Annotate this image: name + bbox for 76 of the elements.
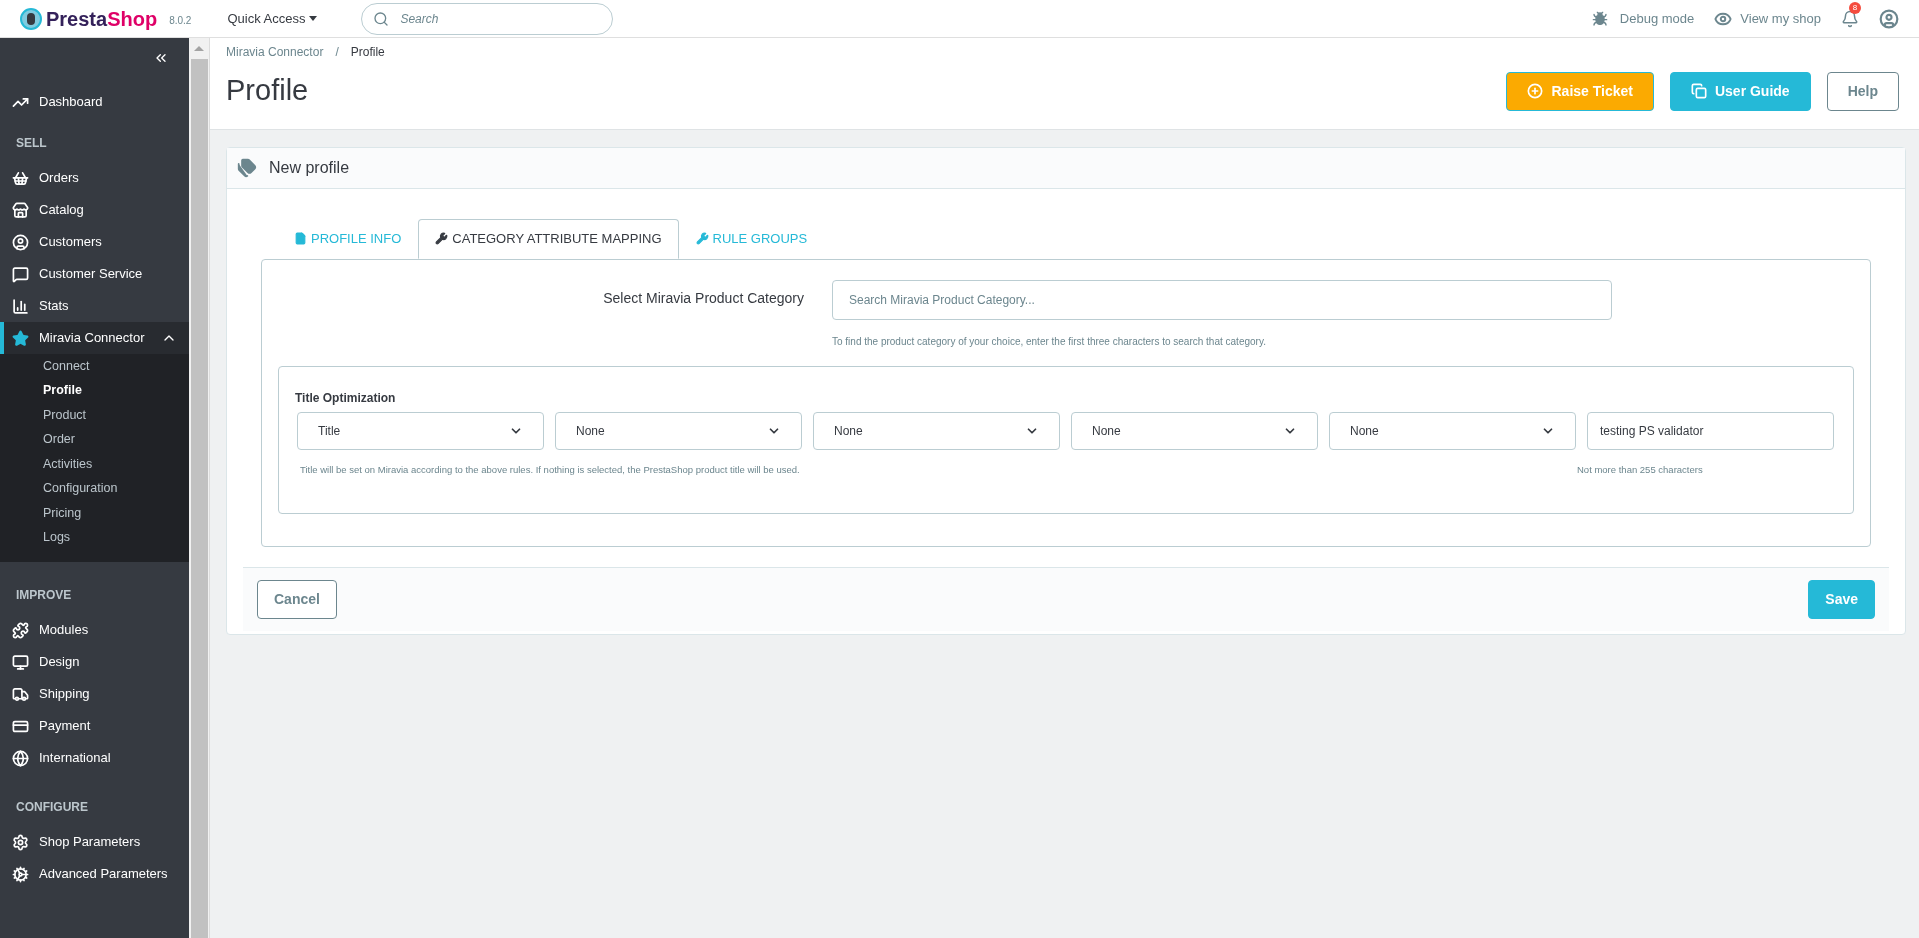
plus-circle-icon: [1527, 83, 1544, 99]
submenu-item[interactable]: Activities: [43, 454, 93, 474]
version-label: 8.0.2: [169, 14, 192, 28]
search-field[interactable]: Search: [361, 2, 614, 35]
breadcrumb-link[interactable]: Miravia Connector: [226, 43, 324, 61]
category-search-field[interactable]: Search Miravia Product Category...: [832, 279, 1612, 320]
attribute-select[interactable]: None: [1071, 411, 1318, 450]
header-button[interactable]: Help: [1826, 71, 1899, 111]
basket-icon: [12, 169, 29, 187]
breadcrumb-separator: /: [335, 44, 339, 61]
document-icon: [294, 232, 307, 245]
sidebar-item[interactable]: Modules: [0, 614, 189, 646]
truck-icon: [12, 685, 29, 703]
wrench-icon: [695, 232, 709, 245]
attribute-select[interactable]: None: [555, 411, 802, 450]
submenu-item[interactable]: Product: [43, 405, 87, 425]
submenu-item[interactable]: Configuration: [43, 479, 118, 499]
store-icon: [12, 201, 29, 219]
cog-icon: [12, 865, 29, 883]
star-icon: [12, 329, 29, 347]
copy-icon: [1690, 83, 1707, 99]
attribute-select[interactable]: None: [813, 411, 1060, 450]
notifications-icon[interactable]: [1841, 9, 1859, 28]
logo-icon: [20, 7, 42, 30]
user-icon: [12, 233, 29, 251]
sidebar-item[interactable]: Customer Service: [0, 258, 189, 290]
sidebar-item[interactable]: International: [0, 742, 189, 774]
globe-icon: [12, 749, 29, 767]
search-icon: [373, 10, 390, 27]
breadcrumb-current: Profile: [350, 44, 385, 61]
cancel-button[interactable]: Cancel: [257, 579, 337, 619]
sidebar-item[interactable]: Shipping: [0, 678, 189, 710]
field-hint: To find the product category of your choice, enter the first three characters to search that category.: [832, 334, 1267, 349]
sidebar-item[interactable]: Advanced Parameters: [0, 858, 189, 890]
user-avatar-icon[interactable]: [1879, 8, 1899, 29]
sidebar-item[interactable]: Customers: [0, 226, 189, 258]
chat-icon: [12, 265, 29, 283]
sidebar-heading: IMPROVE: [16, 588, 72, 602]
submenu-item[interactable]: Profile: [43, 381, 82, 401]
debug-mode-link[interactable]: Debug mode: [1591, 8, 1695, 29]
field-hint: Not more than 255 characters: [1577, 462, 1704, 477]
sidebar-item[interactable]: Orders: [0, 162, 189, 194]
sidebar-item[interactable]: Stats: [0, 290, 189, 322]
submenu-item[interactable]: Logs: [43, 528, 71, 548]
sidebar-heading: SELL: [16, 136, 47, 150]
page-title: Profile: [226, 73, 310, 108]
sidebar-item[interactable]: Design: [0, 646, 189, 678]
tags-icon: [237, 157, 257, 178]
settings-icon: [12, 833, 29, 851]
quick-access-menu[interactable]: Quick Access: [227, 8, 318, 29]
bug-icon: [1591, 10, 1608, 27]
sidebar-heading: CONFIGURE: [16, 800, 88, 814]
section-label: Title Optimization: [295, 389, 397, 407]
tab[interactable]: CATEGORY ATTRIBUTE MAPPING: [418, 218, 679, 259]
sidebar-item[interactable]: Payment: [0, 710, 189, 742]
field-hint: Title will be set on Miravia according to the above rules. If nothing is selected, the PrestaShop product title will be used.: [300, 462, 801, 477]
custom-text-field[interactable]: testing PS validator: [1587, 411, 1834, 450]
sidebar-item[interactable]: Dashboard: [0, 86, 189, 118]
submenu-item[interactable]: Connect: [43, 356, 90, 376]
submenu-item[interactable]: Pricing: [43, 503, 82, 523]
sidebar-item[interactable]: Shop Parameters: [0, 826, 189, 858]
sidebar-item[interactable]: Miravia Connector: [0, 322, 189, 354]
submenu-item[interactable]: Order: [43, 430, 75, 450]
field-label: Select Miravia Product Category: [603, 288, 804, 308]
caret-icon: [309, 16, 318, 21]
attribute-select[interactable]: Title: [297, 411, 544, 450]
monitor-icon: [12, 653, 29, 671]
bar-chart-icon: [12, 297, 29, 315]
brand-name: PrestaShop: [46, 6, 158, 32]
notification-badge: 8: [1849, 1, 1861, 14]
wrench-icon: [435, 232, 449, 245]
sidebar-item[interactable]: Catalog: [0, 194, 189, 226]
card-title: New profile: [269, 157, 350, 178]
attribute-select[interactable]: None: [1329, 411, 1576, 450]
puzzle-icon: [12, 621, 29, 639]
view-shop-link[interactable]: View my shop: [1714, 8, 1821, 29]
